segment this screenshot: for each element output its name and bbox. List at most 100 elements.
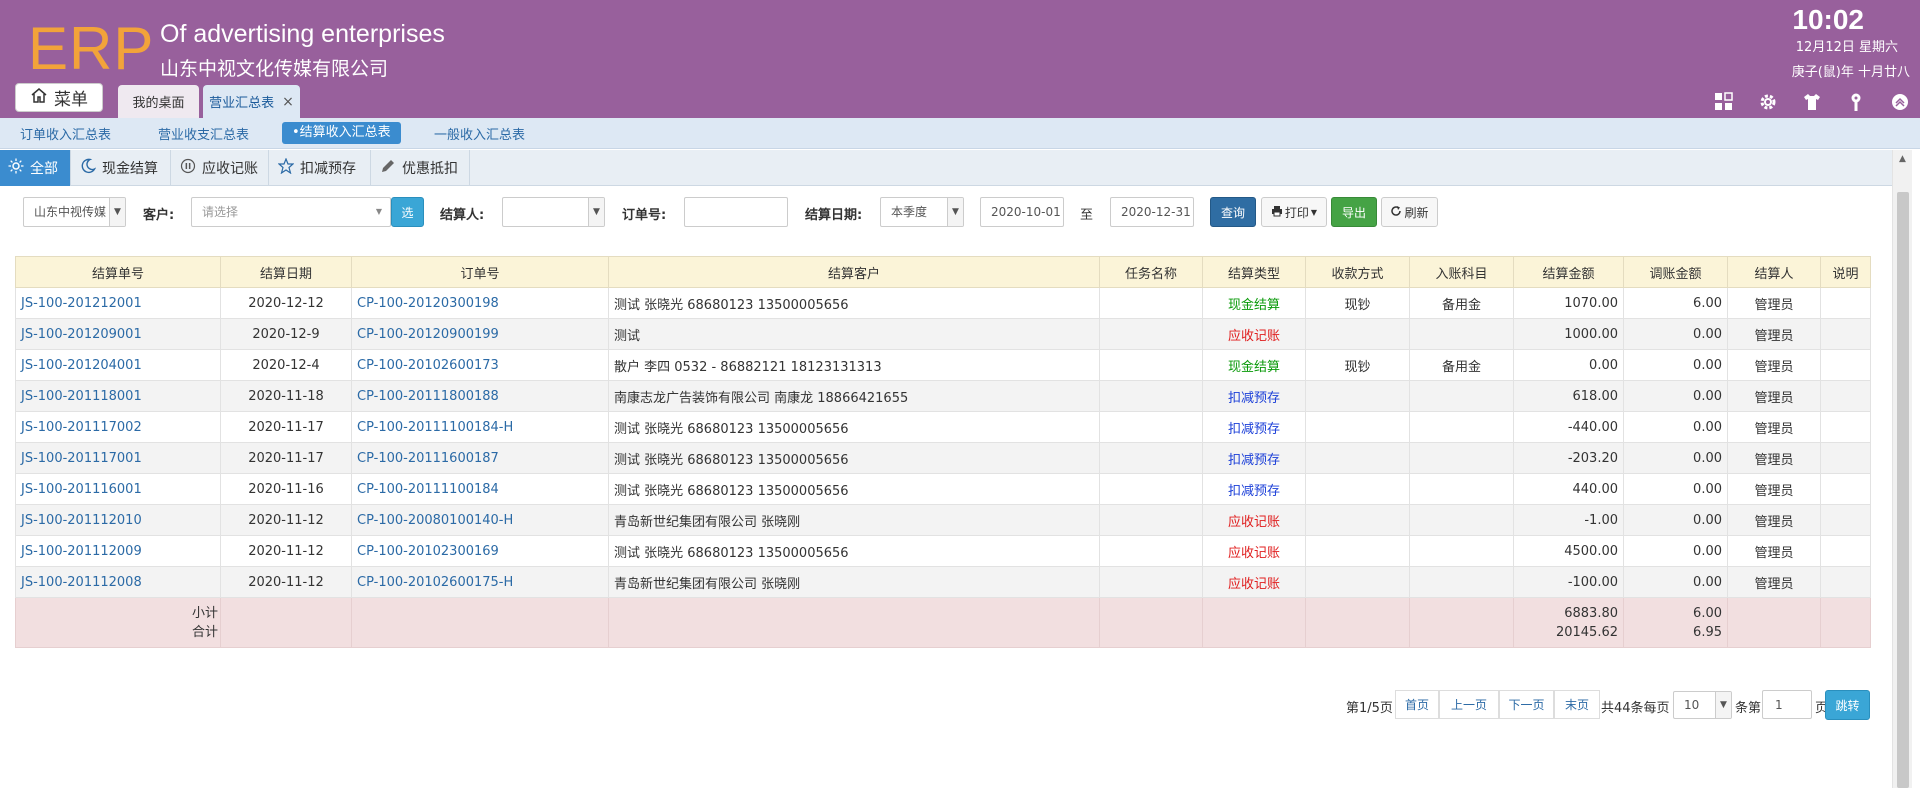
settlement-no-link[interactable]: JS-100-201117001 bbox=[15, 442, 221, 474]
adjust-amount-cell: 0.00 bbox=[1623, 349, 1728, 381]
account-subject-cell: 备用金 bbox=[1409, 349, 1514, 381]
jump-page-button[interactable]: 跳转 bbox=[1825, 690, 1870, 720]
customer-placeholder: 请选择 bbox=[202, 205, 239, 219]
settlement-type-cell: 现金结算 bbox=[1202, 287, 1306, 319]
settlement-no-link[interactable]: JS-100-201118001 bbox=[15, 380, 221, 412]
caret-down-icon: ▼ bbox=[1310, 207, 1318, 217]
date-from-input[interactable]: 2020-10-01 bbox=[980, 197, 1064, 227]
company-select[interactable]: 山东中视传媒 ▼ bbox=[23, 197, 126, 227]
settler-cell: 管理员 bbox=[1727, 287, 1821, 319]
payment-method-cell bbox=[1305, 473, 1410, 505]
first-page-button[interactable]: 首页 bbox=[1395, 690, 1439, 719]
order-no-link[interactable]: CP-100-20120900199 bbox=[351, 318, 609, 350]
company-name-cn: 山东中视文化传媒有限公司 bbox=[160, 58, 389, 80]
settlement-type-cell: 扣减预存 bbox=[1202, 411, 1306, 443]
period-select-value: 本季度 bbox=[891, 205, 928, 219]
tab-cash-settlement[interactable]: 现金结算 bbox=[72, 150, 171, 186]
query-button[interactable]: 查询 bbox=[1210, 197, 1256, 227]
settlement-no-link[interactable]: JS-100-201116001 bbox=[15, 473, 221, 505]
refresh-icon bbox=[1390, 205, 1402, 220]
customer-cell: 测试 张晓光 68680123 13500005656 bbox=[608, 411, 1100, 443]
table-row[interactable]: JS-100-201112008 2020-11-12 CP-100-2010260… bbox=[15, 566, 1871, 598]
settlement-table: 结算单号 结算日期 订单号 结算客户 任务名称 结算类型 收款方式 入账科目 结算金额 调账金额结… bbox=[15, 256, 1871, 648]
dashboard-icon[interactable] bbox=[1712, 90, 1736, 114]
export-button[interactable]: 导出 bbox=[1331, 197, 1377, 227]
order-no-link[interactable]: CP-100-20102600175-H bbox=[351, 566, 609, 598]
gear-icon[interactable] bbox=[1756, 90, 1780, 114]
tab-label: 营业汇总表 bbox=[209, 96, 275, 111]
chevron-down-icon: ▼ bbox=[109, 198, 125, 226]
task-name-cell bbox=[1099, 442, 1203, 474]
table-row[interactable]: JS-100-201212001 2020-12-12 CP-100-2012030… bbox=[15, 287, 1871, 319]
next-page-button[interactable]: 下一页 bbox=[1499, 690, 1554, 719]
table-row[interactable]: JS-100-201209001 2020-12-9 CP-100-20120900… bbox=[15, 318, 1871, 350]
subnav-general-income[interactable]: 一般收入汇总表 bbox=[434, 124, 525, 143]
settlement-date-cell: 2020-11-12 bbox=[220, 504, 352, 536]
order-no-link[interactable]: CP-100-20111800188 bbox=[351, 380, 609, 412]
order-no-link[interactable]: CP-100-20102300169 bbox=[351, 535, 609, 567]
order-no-link[interactable]: CP-100-20120300198 bbox=[351, 287, 609, 319]
table-row[interactable]: JS-100-201118001 2020-11-18 CP-100-2011180… bbox=[15, 380, 1871, 412]
collapse-up-icon[interactable] bbox=[1888, 90, 1912, 114]
tab-label: 全部 bbox=[30, 161, 58, 177]
table-row[interactable]: JS-100-201204001 2020-12-4 CP-100-20102600… bbox=[15, 349, 1871, 381]
scrollbar-thumb[interactable] bbox=[1897, 192, 1909, 788]
page-number-input[interactable]: 1 bbox=[1762, 690, 1812, 719]
subnav-business-income-expense[interactable]: 营业收支汇总表 bbox=[158, 124, 249, 143]
settlement-no-link[interactable]: JS-100-201212001 bbox=[15, 287, 221, 319]
settlement-no-link[interactable]: JS-100-201112010 bbox=[15, 504, 221, 536]
page-size-value: 10 bbox=[1684, 698, 1700, 712]
page-size-select[interactable]: 10 ▼ bbox=[1673, 691, 1732, 719]
shirt-icon[interactable] bbox=[1800, 90, 1824, 114]
note-cell bbox=[1820, 442, 1871, 474]
select-customer-button[interactable]: 选 bbox=[391, 197, 424, 227]
settlement-no-link[interactable]: JS-100-201204001 bbox=[15, 349, 221, 381]
table-row[interactable]: JS-100-201112010 2020-11-12 CP-100-2008010… bbox=[15, 504, 1871, 536]
last-page-button[interactable]: 末页 bbox=[1554, 690, 1600, 719]
order-no-link[interactable]: CP-100-20111100184 bbox=[351, 473, 609, 505]
scroll-up-icon[interactable]: ▲ bbox=[1899, 154, 1906, 164]
table-row[interactable]: JS-100-201116001 2020-11-16 CP-100-2011110… bbox=[15, 473, 1871, 505]
tab-business-summary[interactable]: 营业汇总表 × bbox=[203, 85, 300, 118]
prev-page-button[interactable]: 上一页 bbox=[1439, 690, 1499, 719]
settlement-amount-cell: -100.00 bbox=[1513, 566, 1624, 598]
order-number-input[interactable] bbox=[684, 197, 788, 227]
settler-cell: 管理员 bbox=[1727, 504, 1821, 536]
payment-method-cell bbox=[1305, 411, 1410, 443]
order-no-link[interactable]: CP-100-20111100184-H bbox=[351, 411, 609, 443]
main-menu-button[interactable]: 菜单 bbox=[15, 83, 103, 112]
customer-select[interactable]: 请选择 ▼ bbox=[191, 197, 391, 227]
payment-method-cell: 现钞 bbox=[1305, 349, 1410, 381]
note-cell bbox=[1820, 318, 1871, 350]
tab-discount-offset[interactable]: 优惠抵扣 bbox=[372, 150, 470, 186]
summary-cell bbox=[1202, 597, 1306, 648]
settlement-type-tabs: 全部 现金结算 应收记账 扣减预存 优惠抵扣 bbox=[0, 150, 1892, 186]
settler-select[interactable]: ▼ bbox=[502, 197, 605, 227]
refresh-button[interactable]: 刷新 bbox=[1381, 197, 1438, 227]
tab-deduct-deposit[interactable]: 扣减预存 bbox=[270, 150, 371, 186]
settlement-no-link[interactable]: JS-100-201117002 bbox=[15, 411, 221, 443]
tab-receivable[interactable]: 应收记账 bbox=[172, 150, 269, 186]
settlement-no-link[interactable]: JS-100-201112008 bbox=[15, 566, 221, 598]
records-page-text: 条第 bbox=[1735, 701, 1762, 716]
period-select[interactable]: 本季度 ▼ bbox=[880, 197, 964, 227]
date-to-input[interactable]: 2020-12-31 bbox=[1110, 197, 1194, 227]
column-header: 结算客户 bbox=[608, 256, 1100, 288]
adjust-amount-cell: 0.00 bbox=[1623, 473, 1728, 505]
close-icon[interactable]: × bbox=[282, 94, 294, 110]
print-button[interactable]: 打印 ▼ bbox=[1261, 197, 1327, 227]
settlement-no-link[interactable]: JS-100-201209001 bbox=[15, 318, 221, 350]
table-row[interactable]: JS-100-201117001 2020-11-17 CP-100-2011160… bbox=[15, 442, 1871, 474]
tab-my-desktop[interactable]: 我的桌面 bbox=[118, 85, 199, 118]
settlement-no-link[interactable]: JS-100-201112009 bbox=[15, 535, 221, 567]
page-scrollbar[interactable]: ▲ bbox=[1892, 150, 1912, 788]
order-no-link[interactable]: CP-100-20080100140-H bbox=[351, 504, 609, 536]
tab-all[interactable]: 全部 bbox=[0, 150, 71, 186]
order-no-link[interactable]: CP-100-20102600173 bbox=[351, 349, 609, 381]
subnav-settlement-income[interactable]: •结算收入汇总表 bbox=[282, 122, 401, 144]
key-icon[interactable] bbox=[1844, 90, 1868, 114]
table-row[interactable]: JS-100-201117002 2020-11-17 CP-100-2011110… bbox=[15, 411, 1871, 443]
subnav-order-income[interactable]: 订单收入汇总表 bbox=[20, 124, 111, 143]
table-row[interactable]: JS-100-201112009 2020-11-12 CP-100-2010230… bbox=[15, 535, 1871, 567]
order-no-link[interactable]: CP-100-20111600187 bbox=[351, 442, 609, 474]
